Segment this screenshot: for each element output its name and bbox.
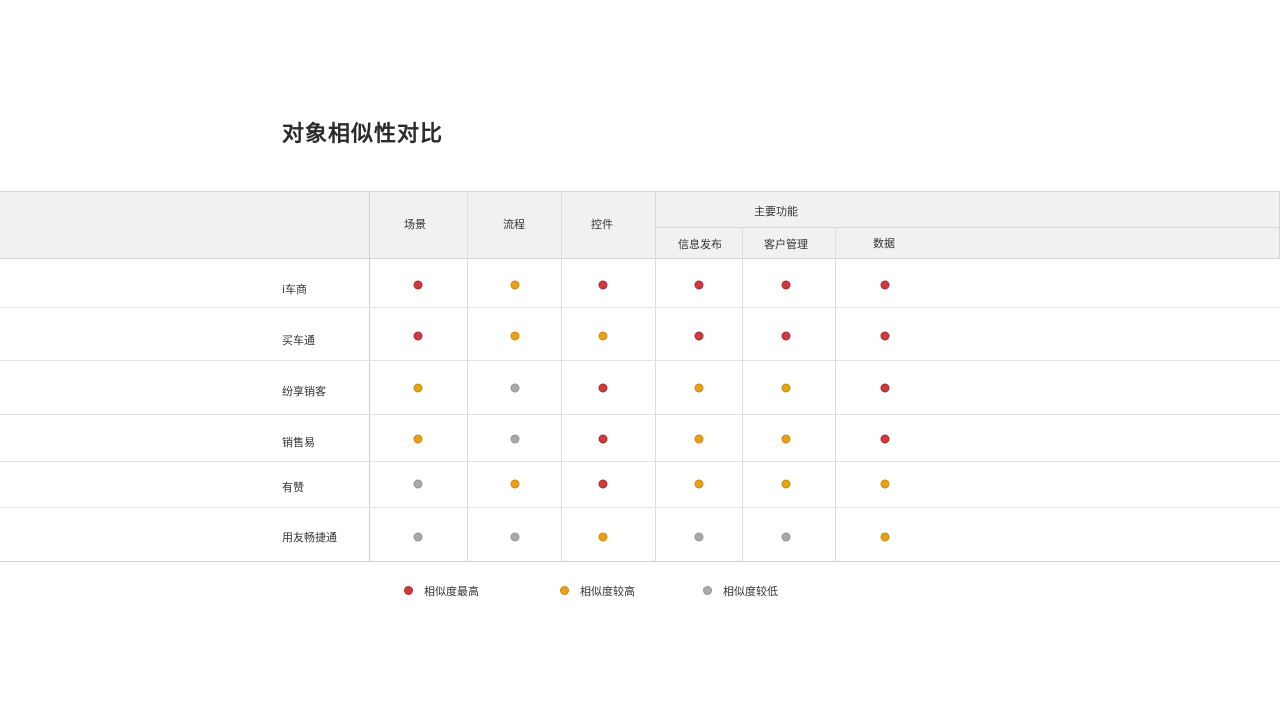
dot-scene-mid <box>413 434 423 444</box>
dot-controls-high <box>598 383 608 393</box>
legend-dot-low <box>703 586 712 595</box>
dot-controls-high <box>598 434 608 444</box>
dot-controls-high <box>598 479 608 489</box>
dot-data-high <box>880 331 890 341</box>
table-bottom-border <box>0 561 1280 562</box>
dot-controls-high <box>598 280 608 290</box>
header-process: 流程 <box>503 218 525 231</box>
row-label: 纷享销客 <box>282 385 326 398</box>
row-label: 有赞 <box>282 481 304 494</box>
dot-info-publish-low <box>694 532 704 542</box>
row-divider <box>0 461 1280 462</box>
dot-scene-high <box>413 331 423 341</box>
dot-data-high <box>880 280 890 290</box>
row-label: 销售易 <box>282 436 315 449</box>
header-info-publish: 信息发布 <box>678 238 722 251</box>
dot-customer-mgmt-high <box>781 331 791 341</box>
dot-process-low <box>510 434 520 444</box>
dot-scene-low <box>413 532 423 542</box>
row-divider <box>0 507 1280 508</box>
dot-info-publish-mid <box>694 479 704 489</box>
legend-dot-high <box>404 586 413 595</box>
legend-label-high: 相似度最高 <box>424 585 479 598</box>
dot-controls-mid <box>598 331 608 341</box>
legend-label-mid: 相似度较高 <box>580 585 635 598</box>
row-divider <box>0 414 1280 415</box>
table-header <box>0 191 1280 259</box>
dot-scene-mid <box>413 383 423 393</box>
column-divider <box>742 227 743 562</box>
dot-data-mid <box>880 479 890 489</box>
dot-data-high <box>880 434 890 444</box>
dot-info-publish-high <box>694 331 704 341</box>
row-label: i车商 <box>282 283 308 296</box>
row-label: 用友畅捷通 <box>282 531 337 544</box>
legend-dot-mid <box>560 586 569 595</box>
header-scene: 场景 <box>404 218 426 231</box>
dot-info-publish-mid <box>694 383 704 393</box>
legend-label-low: 相似度较低 <box>723 585 778 598</box>
row-divider <box>0 360 1280 361</box>
header-customer-mgmt: 客户管理 <box>764 238 808 251</box>
dot-info-publish-high <box>694 280 704 290</box>
header-main-functions: 主要功能 <box>754 205 798 218</box>
dot-scene-low <box>413 479 423 489</box>
dot-process-mid <box>510 280 520 290</box>
dot-controls-mid <box>598 532 608 542</box>
dot-process-low <box>510 532 520 542</box>
dot-process-mid <box>510 331 520 341</box>
dot-info-publish-mid <box>694 434 704 444</box>
dot-customer-mgmt-mid <box>781 479 791 489</box>
header-controls: 控件 <box>591 218 613 231</box>
dot-scene-high <box>413 280 423 290</box>
dot-customer-mgmt-high <box>781 280 791 290</box>
header-data: 数据 <box>873 237 895 250</box>
dot-process-mid <box>510 479 520 489</box>
header-sub-divider <box>655 227 1280 228</box>
dot-customer-mgmt-mid <box>781 383 791 393</box>
row-label: 买车通 <box>282 334 315 347</box>
dot-customer-mgmt-mid <box>781 434 791 444</box>
dot-customer-mgmt-low <box>781 532 791 542</box>
dot-process-low <box>510 383 520 393</box>
column-divider <box>835 227 836 562</box>
row-divider <box>0 307 1280 308</box>
dot-data-high <box>880 383 890 393</box>
page-title: 对象相似性对比 <box>282 122 444 147</box>
dot-data-mid <box>880 532 890 542</box>
